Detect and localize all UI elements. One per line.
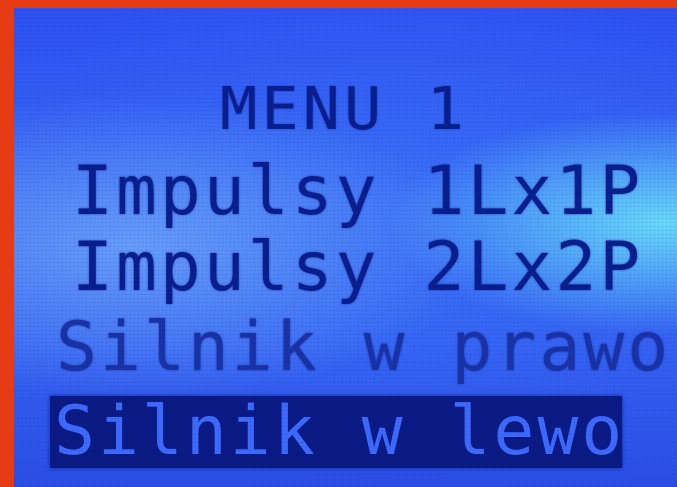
- menu-item-impulsy-2lx2p[interactable]: Impulsy 2Lx2P: [72, 234, 643, 302]
- menu-title: MENU 1: [220, 73, 468, 144]
- device-bezel: MENU 1 Impulsy 1Lx1P Impulsy 2Lx2P Silni…: [0, 0, 677, 487]
- menu-item-silnik-w-lewo[interactable]: Silnik w lewo: [54, 398, 625, 466]
- menu-item-silnik-w-prawo[interactable]: Silnik w prawo: [56, 314, 671, 382]
- lcd-screen: MENU 1 Impulsy 1Lx1P Impulsy 2Lx2P Silni…: [14, 8, 677, 487]
- menu-item-impulsy-1lx1p[interactable]: Impulsy 1Lx1P: [72, 158, 643, 226]
